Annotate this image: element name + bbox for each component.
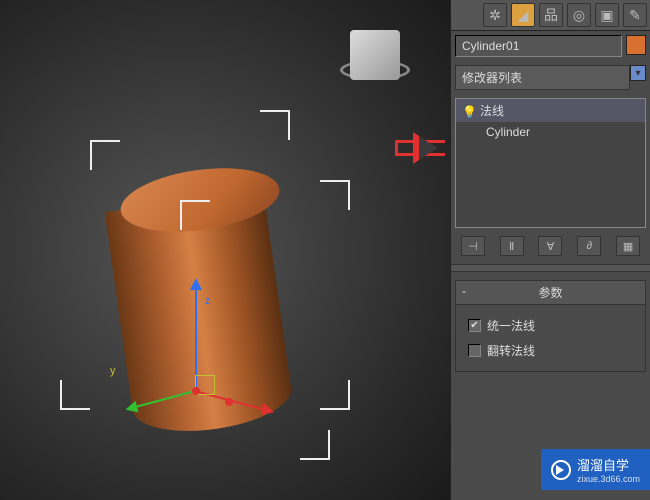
bulb-icon[interactable]: 💡 bbox=[462, 105, 474, 117]
modifier-stack[interactable]: 💡 法线 Cylinder bbox=[455, 98, 646, 228]
viewport-3d[interactable]: z x y bbox=[0, 0, 450, 500]
axis-z[interactable] bbox=[195, 280, 197, 390]
selection-bracket bbox=[60, 380, 90, 410]
axis-y-label: y bbox=[110, 365, 116, 377]
display-tab-icon[interactable]: ▣ bbox=[595, 3, 619, 27]
modifier-dropdown-label: 修改器列表 bbox=[462, 69, 522, 86]
make-unique-icon[interactable]: ∀ bbox=[538, 236, 562, 256]
viewcube[interactable] bbox=[350, 30, 400, 80]
rollout-body: ✔ 统一法线 翻转法线 bbox=[455, 305, 646, 372]
panel-separator bbox=[451, 264, 650, 272]
gizmo-origin[interactable] bbox=[192, 387, 200, 395]
hierarchy-tab-icon[interactable]: 品 bbox=[539, 3, 563, 27]
gizmo-x-handle[interactable] bbox=[225, 398, 233, 406]
flip-normals-label: 翻转法线 bbox=[487, 342, 535, 359]
collapse-icon: - bbox=[462, 284, 466, 298]
selection-bracket bbox=[300, 430, 330, 460]
dropdown-arrow-icon[interactable]: ▾ bbox=[630, 65, 646, 81]
parameters-rollout: - 参数 ✔ 统一法线 翻转法线 bbox=[455, 280, 646, 372]
selection-bracket bbox=[260, 110, 290, 140]
show-end-result-icon[interactable]: Ⅱ bbox=[500, 236, 524, 256]
command-panel: ✲ ◢ 品 ◎ ▣ ✎ Cylinder01 修改器列表 ▾ 💡 法线 Cyli… bbox=[450, 0, 650, 500]
remove-modifier-icon[interactable]: ∂ bbox=[577, 236, 601, 256]
modifier-list-dropdown[interactable]: 修改器列表 bbox=[455, 65, 630, 90]
unify-normals-row: ✔ 统一法线 bbox=[468, 313, 633, 338]
selection-bracket bbox=[90, 140, 120, 170]
panel-tab-bar: ✲ ◢ 品 ◎ ▣ ✎ bbox=[451, 0, 650, 31]
configure-sets-icon[interactable]: ▦ bbox=[616, 236, 640, 256]
rollout-header[interactable]: - 参数 bbox=[455, 280, 646, 305]
annotation-arrow bbox=[395, 140, 445, 156]
create-tab-icon[interactable]: ✲ bbox=[483, 3, 507, 27]
play-icon bbox=[551, 460, 571, 480]
motion-tab-icon[interactable]: ◎ bbox=[567, 3, 591, 27]
unify-normals-label: 统一法线 bbox=[487, 317, 535, 334]
base-object-name: Cylinder bbox=[486, 125, 530, 139]
modifier-stack-item-base[interactable]: Cylinder bbox=[456, 122, 645, 142]
watermark: 溜溜自学 zixue.3d66.com bbox=[541, 449, 650, 490]
utilities-tab-icon[interactable]: ✎ bbox=[623, 3, 647, 27]
flip-normals-checkbox[interactable] bbox=[468, 344, 481, 357]
selection-bracket bbox=[180, 200, 210, 230]
modifier-name: 法线 bbox=[480, 102, 504, 119]
unify-normals-checkbox[interactable]: ✔ bbox=[468, 319, 481, 332]
object-color-swatch[interactable] bbox=[626, 35, 646, 55]
rollout-title: 参数 bbox=[538, 286, 562, 300]
axis-x-label: x bbox=[260, 400, 266, 412]
stack-toolbar: ⊣ Ⅱ ∀ ∂ ▦ bbox=[451, 232, 650, 260]
modifier-dropdown-row: 修改器列表 ▾ bbox=[451, 61, 650, 94]
object-name-row: Cylinder01 bbox=[451, 31, 650, 61]
selection-bracket bbox=[320, 380, 350, 410]
pin-stack-icon[interactable]: ⊣ bbox=[461, 236, 485, 256]
axis-z-label: z bbox=[205, 295, 211, 307]
watermark-text: 溜溜自学 bbox=[577, 455, 640, 474]
modifier-stack-item-normal[interactable]: 💡 法线 bbox=[456, 99, 645, 122]
flip-normals-row: 翻转法线 bbox=[468, 338, 633, 363]
selection-bracket bbox=[320, 180, 350, 210]
object-name-input[interactable]: Cylinder01 bbox=[455, 35, 622, 57]
watermark-url: zixue.3d66.com bbox=[577, 474, 640, 484]
modify-tab-icon[interactable]: ◢ bbox=[511, 3, 535, 27]
